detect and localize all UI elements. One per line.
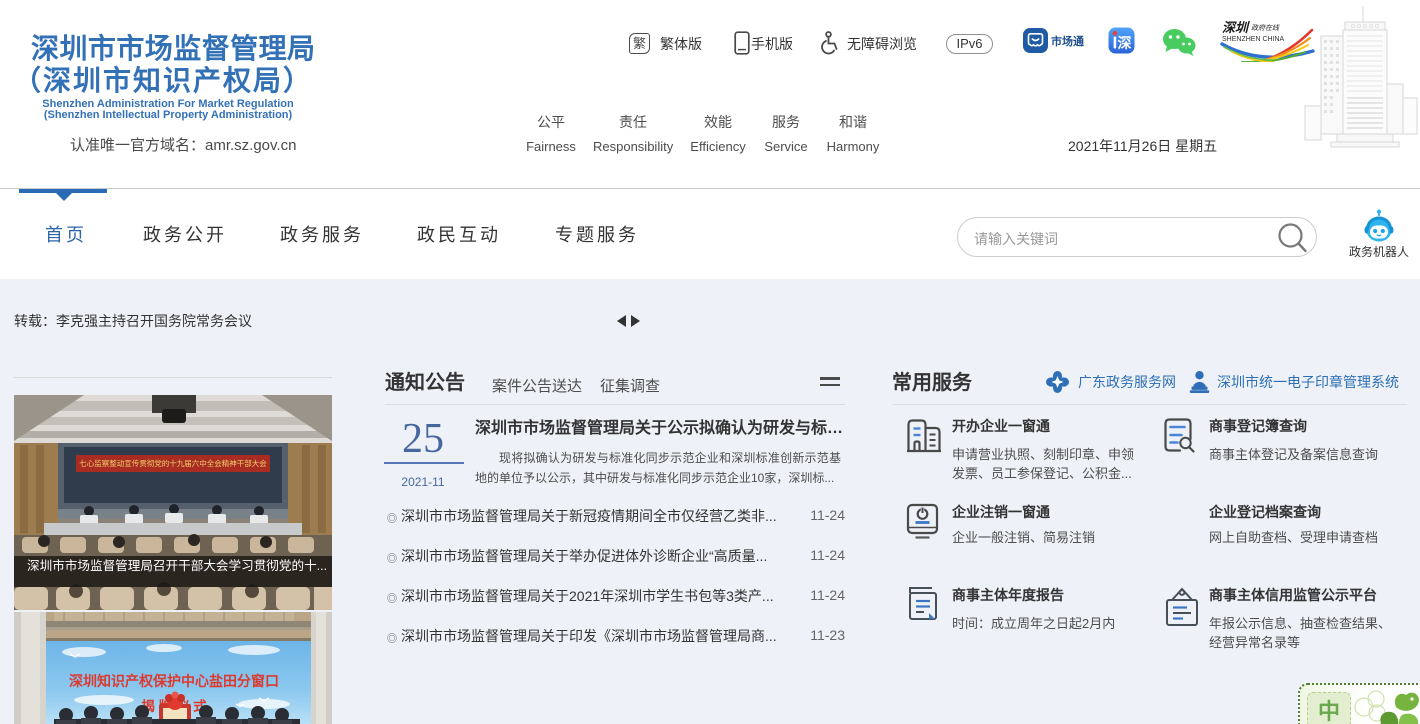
svg-text:政府在线: 政府在线 [1251, 24, 1280, 32]
svg-text:深圳市市场监督管理局召开干部大会学习贯彻党的十...: 深圳市市场监督管理局召开干部大会学习贯彻党的十... [27, 558, 327, 573]
svg-text:七心监察整动宣传贯彻党的十九届六中全会精神干部大会: 七心监察整动宣传贯彻党的十九届六中全会精神干部大会 [79, 458, 267, 468]
svg-text:市场通: 市场通 [1051, 34, 1084, 48]
svg-text:深圳: 深圳 [1222, 20, 1250, 35]
svg-text:深圳知识产权保护中心盐田分窗口: 深圳知识产权保护中心盐田分窗口 [69, 673, 279, 689]
svg-text:深: 深 [1118, 35, 1132, 51]
svg-text:SHENZHEN CHINA: SHENZHEN CHINA [1222, 36, 1285, 43]
